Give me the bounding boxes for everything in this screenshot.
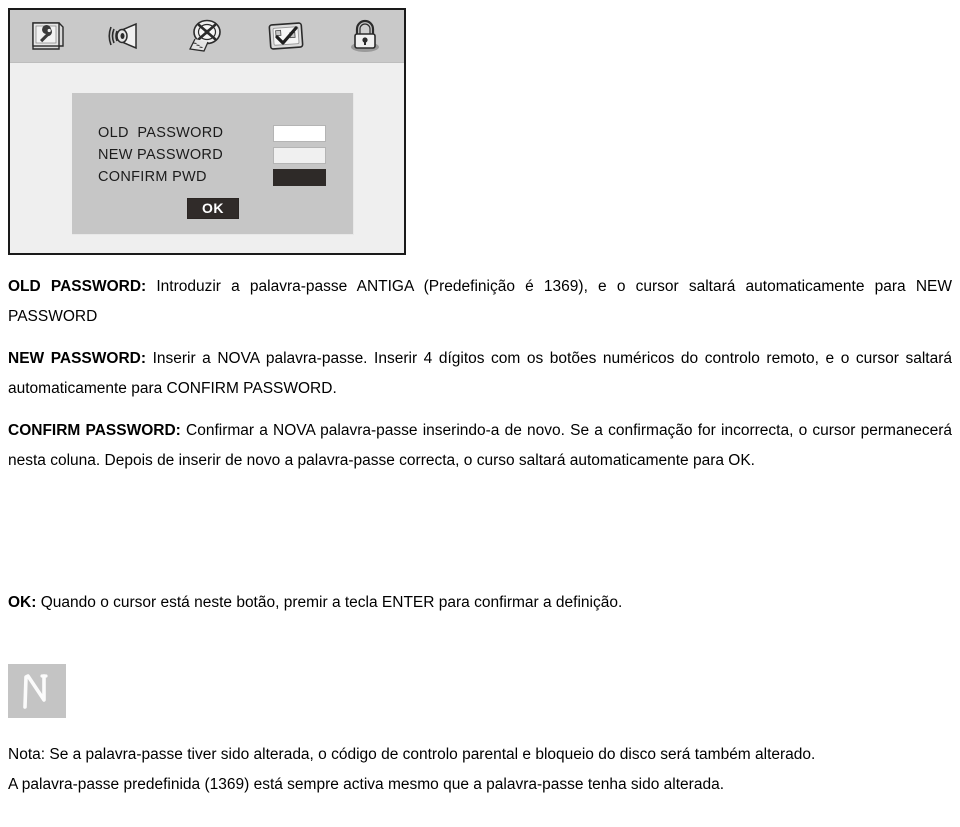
osd-toolbar [10, 10, 404, 63]
new-password-input[interactable] [273, 146, 326, 164]
old-password-input[interactable] [273, 124, 326, 142]
note-line-1: Nota: Se a palavra-passe tiver sido alte… [8, 746, 816, 763]
old-password-label: OLD PASSWORD [98, 125, 224, 141]
confirm-password-label: CONFIRM PWD [98, 169, 207, 185]
preference-checkmark-icon[interactable] [246, 10, 325, 62]
new-password-label: NEW PASSWORD [98, 147, 223, 163]
osd-screenshot-figure: OLD PASSWORD NEW PASSWORD CONFIRM PWD OK [8, 8, 406, 255]
note-line-2: A palavra-passe predefinida (1369) está … [8, 776, 724, 793]
text-ok: Quando o cursor está neste botão, premir… [36, 594, 623, 611]
osd-panel: OLD PASSWORD NEW PASSWORD CONFIRM PWD OK [10, 63, 404, 253]
term-confirm-password: CONFIRM PASSWORD: [8, 422, 181, 439]
term-new-password: NEW PASSWORD: [8, 350, 147, 367]
term-old-password: OLD PASSWORD: [8, 278, 147, 295]
instructions-body: OLD PASSWORD: Introduzir a palavra-passe… [8, 272, 952, 494]
confirm-password-input[interactable] [273, 168, 326, 186]
password-field-list: OLD PASSWORD NEW PASSWORD CONFIRM PWD [98, 123, 326, 189]
note-glyph-icon [8, 664, 66, 718]
paragraph-confirm-password: CONFIRM PASSWORD: Confirmar a NOVA palav… [8, 416, 952, 476]
password-dialog: OLD PASSWORD NEW PASSWORD CONFIRM PWD OK [72, 93, 354, 235]
paragraph-new-password: NEW PASSWORD: Inserir a NOVA palavra-pas… [8, 344, 952, 404]
confirm-password-row: CONFIRM PWD [98, 167, 326, 187]
paragraph-old-password: OLD PASSWORD: Introduzir a palavra-passe… [8, 272, 952, 332]
speaker-icon[interactable] [89, 10, 168, 62]
padlock-icon[interactable] [325, 10, 404, 62]
text-old-password: Introduzir a palavra-passe ANTIGA (Prede… [8, 278, 952, 325]
film-reel-icon[interactable] [168, 10, 247, 62]
text-new-password: Inserir a NOVA palavra-passe. Inserir 4 … [8, 350, 952, 397]
ok-button[interactable]: OK [187, 198, 239, 219]
note-body: Nota: Se a palavra-passe tiver sido alte… [8, 740, 952, 800]
term-ok: OK: [8, 594, 37, 611]
paragraph-ok: OK: Quando o cursor está neste botão, pr… [8, 588, 952, 618]
new-password-row: NEW PASSWORD [98, 145, 326, 165]
old-password-row: OLD PASSWORD [98, 123, 326, 143]
monitor-wrench-icon[interactable] [10, 10, 89, 62]
paragraph-ok-block: OK: Quando o cursor está neste botão, pr… [8, 588, 952, 618]
ok-button-row: OK [72, 198, 354, 219]
